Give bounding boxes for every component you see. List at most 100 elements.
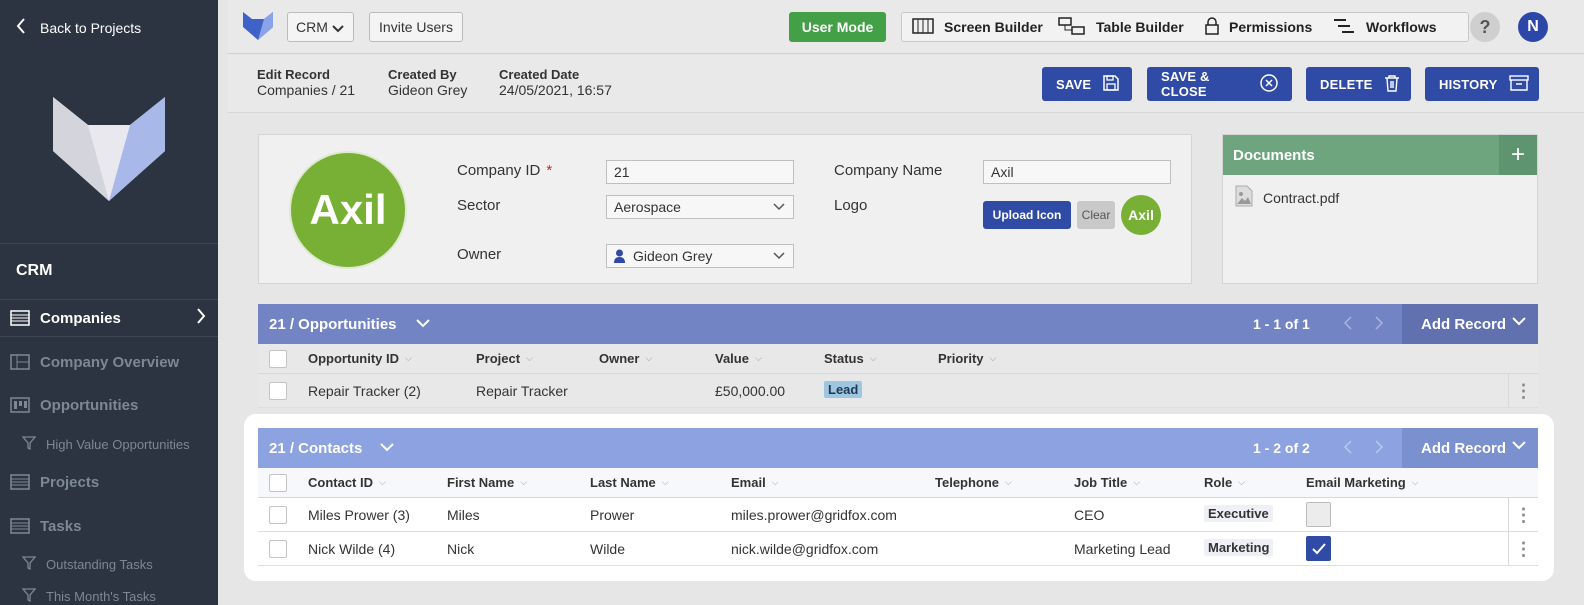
role-badge: Marketing: [1204, 539, 1274, 556]
prev-page-icon[interactable]: [1343, 440, 1353, 457]
opportunities-header: 21 / Opportunities 1 - 1 of 1 Add Record: [258, 304, 1538, 344]
save-close-label: SAVE & CLOSE: [1161, 69, 1210, 99]
permissions-button[interactable]: Permissions: [1205, 13, 1312, 41]
owner-select[interactable]: Gideon Grey: [606, 244, 794, 268]
screen-builder-button[interactable]: Screen Builder: [912, 13, 1043, 41]
sidebar-item-this-months-tasks[interactable]: This Month's Tasks: [0, 577, 218, 605]
sidebar-item-high-value-opportunities[interactable]: High Value Opportunities: [0, 425, 218, 463]
opportunity-id-cell: Repair Tracker (2): [308, 383, 421, 399]
prev-page-icon[interactable]: [1343, 316, 1353, 333]
documents-title: Documents: [1233, 146, 1315, 164]
row-checkbox[interactable]: [269, 540, 287, 558]
email-marketing-checkbox[interactable]: [1306, 502, 1331, 527]
select-all-checkbox[interactable]: [269, 350, 287, 368]
sort-icon: ⌵: [989, 353, 997, 363]
column-header[interactable]: Last Name ⌵: [590, 475, 669, 490]
row-menu-icon[interactable]: ⋮: [1508, 374, 1538, 407]
filter-icon: [21, 436, 37, 452]
clear-button[interactable]: Clear: [1077, 201, 1115, 229]
chevron-down-icon[interactable]: [416, 316, 430, 334]
sidebar-item-company-overview[interactable]: Company Overview: [0, 343, 218, 381]
next-page-icon[interactable]: [1374, 316, 1384, 333]
sidebar-item-projects[interactable]: Projects: [0, 463, 218, 501]
column-label: Value: [715, 351, 749, 366]
sidebar-item-label: Company Overview: [40, 353, 180, 371]
contact-id-cell: Miles Prower (3): [308, 507, 410, 523]
sector-select[interactable]: Aerospace: [606, 195, 794, 219]
document-item[interactable]: Contract.pdf: [1235, 185, 1339, 210]
next-page-icon[interactable]: [1374, 440, 1384, 457]
chevron-down-icon[interactable]: [380, 440, 394, 458]
sort-icon: ⌵: [379, 477, 386, 487]
sidebar-item-tasks[interactable]: Tasks: [0, 507, 218, 545]
row-menu-icon[interactable]: ⋮: [1508, 498, 1538, 531]
sort-icon: ⌵: [1411, 477, 1419, 487]
column-header[interactable]: Project ⌵: [476, 351, 533, 366]
user-mode-button[interactable]: User Mode: [789, 12, 886, 42]
save-button[interactable]: SAVE: [1042, 67, 1132, 101]
column-label: Role: [1204, 475, 1233, 490]
company-name-field[interactable]: Axil: [983, 160, 1171, 184]
company-avatar: Axil: [289, 151, 407, 269]
sidebar-item-companies[interactable]: Companies: [0, 299, 218, 337]
history-button[interactable]: HISTORY: [1425, 67, 1539, 101]
column-header[interactable]: Opportunity ID ⌵: [308, 351, 412, 366]
row-menu-icon[interactable]: ⋮: [1508, 532, 1538, 565]
table-row[interactable]: Nick Wilde (4) Nick Wilde nick.wilde@gri…: [258, 532, 1538, 566]
sidebar-divider: [0, 243, 218, 244]
email-marketing-checkbox[interactable]: [1306, 536, 1331, 561]
back-to-projects-link[interactable]: Back to Projects: [16, 18, 141, 37]
select-all-checkbox[interactable]: [269, 474, 287, 492]
kanban-icon: [10, 397, 30, 413]
table-builder-button[interactable]: Table Builder: [1058, 13, 1184, 41]
column-header[interactable]: Telephone ⌵: [935, 475, 1012, 490]
column-header[interactable]: Email Marketing ⌵: [1306, 475, 1419, 490]
row-checkbox[interactable]: [269, 382, 287, 400]
sidebar: Back to Projects CRM Companies Company O…: [0, 0, 218, 605]
column-header[interactable]: Value ⌵: [715, 351, 762, 366]
created-date-meta: Created Date 24/05/2021, 16:57: [499, 67, 612, 98]
workflows-button[interactable]: Workflows: [1332, 13, 1437, 41]
column-header[interactable]: Job Title ⌵: [1074, 475, 1140, 490]
column-header[interactable]: Priority ⌵: [938, 351, 996, 366]
add-record-button[interactable]: Add Record: [1402, 304, 1538, 344]
pagination-text: 1 - 1 of 1: [1253, 316, 1310, 332]
project-select[interactable]: CRM: [287, 12, 354, 42]
company-id-field[interactable]: 21: [606, 160, 794, 184]
job-title-cell: CEO: [1074, 507, 1105, 523]
sort-icon: ⌵: [869, 353, 877, 363]
user-avatar[interactable]: N: [1518, 12, 1548, 42]
chevron-down-icon: [1512, 314, 1526, 332]
image-file-icon: [1235, 185, 1253, 210]
status-badge: Lead: [824, 381, 863, 398]
save-close-button[interactable]: SAVE & CLOSE: [1147, 67, 1292, 101]
column-header[interactable]: Status ⌵: [824, 351, 877, 366]
help-button[interactable]: ?: [1470, 12, 1500, 42]
table-row[interactable]: Miles Prower (3) Miles Prower miles.prow…: [258, 498, 1538, 532]
layout-icon: [10, 354, 30, 370]
label-text: Company ID: [457, 162, 541, 179]
email-cell: nick.wilde@gridfox.com: [731, 541, 879, 557]
table-row[interactable]: Repair Tracker (2) Repair Tracker £50,00…: [258, 374, 1538, 408]
filter-icon: [21, 556, 37, 572]
column-header[interactable]: First Name ⌵: [447, 475, 527, 490]
row-checkbox[interactable]: [269, 506, 287, 524]
meta-value: Companies / 21: [257, 82, 356, 98]
sidebar-item-opportunities[interactable]: Opportunities: [0, 386, 218, 424]
last-name-cell: Prower: [590, 507, 635, 523]
company-form: Axil Company ID * 21 Sector Aerospace Own…: [258, 134, 1192, 284]
column-header[interactable]: Owner ⌵: [599, 351, 652, 366]
add-document-button[interactable]: +: [1499, 135, 1537, 175]
tool-label: Permissions: [1229, 19, 1313, 35]
invite-users-button[interactable]: Invite Users: [369, 12, 463, 42]
chevron-right-icon: [196, 308, 206, 328]
column-header[interactable]: Contact ID ⌵: [308, 475, 386, 490]
delete-button[interactable]: DELETE: [1306, 67, 1411, 101]
history-label: HISTORY: [1439, 76, 1498, 92]
upload-icon-button[interactable]: Upload Icon: [983, 201, 1071, 229]
add-record-button[interactable]: Add Record: [1402, 428, 1538, 468]
column-header[interactable]: Role ⌵: [1204, 475, 1245, 490]
chevron-down-icon: [332, 21, 344, 37]
column-header[interactable]: Email ⌵: [731, 475, 779, 490]
column-label: First Name: [447, 475, 515, 490]
